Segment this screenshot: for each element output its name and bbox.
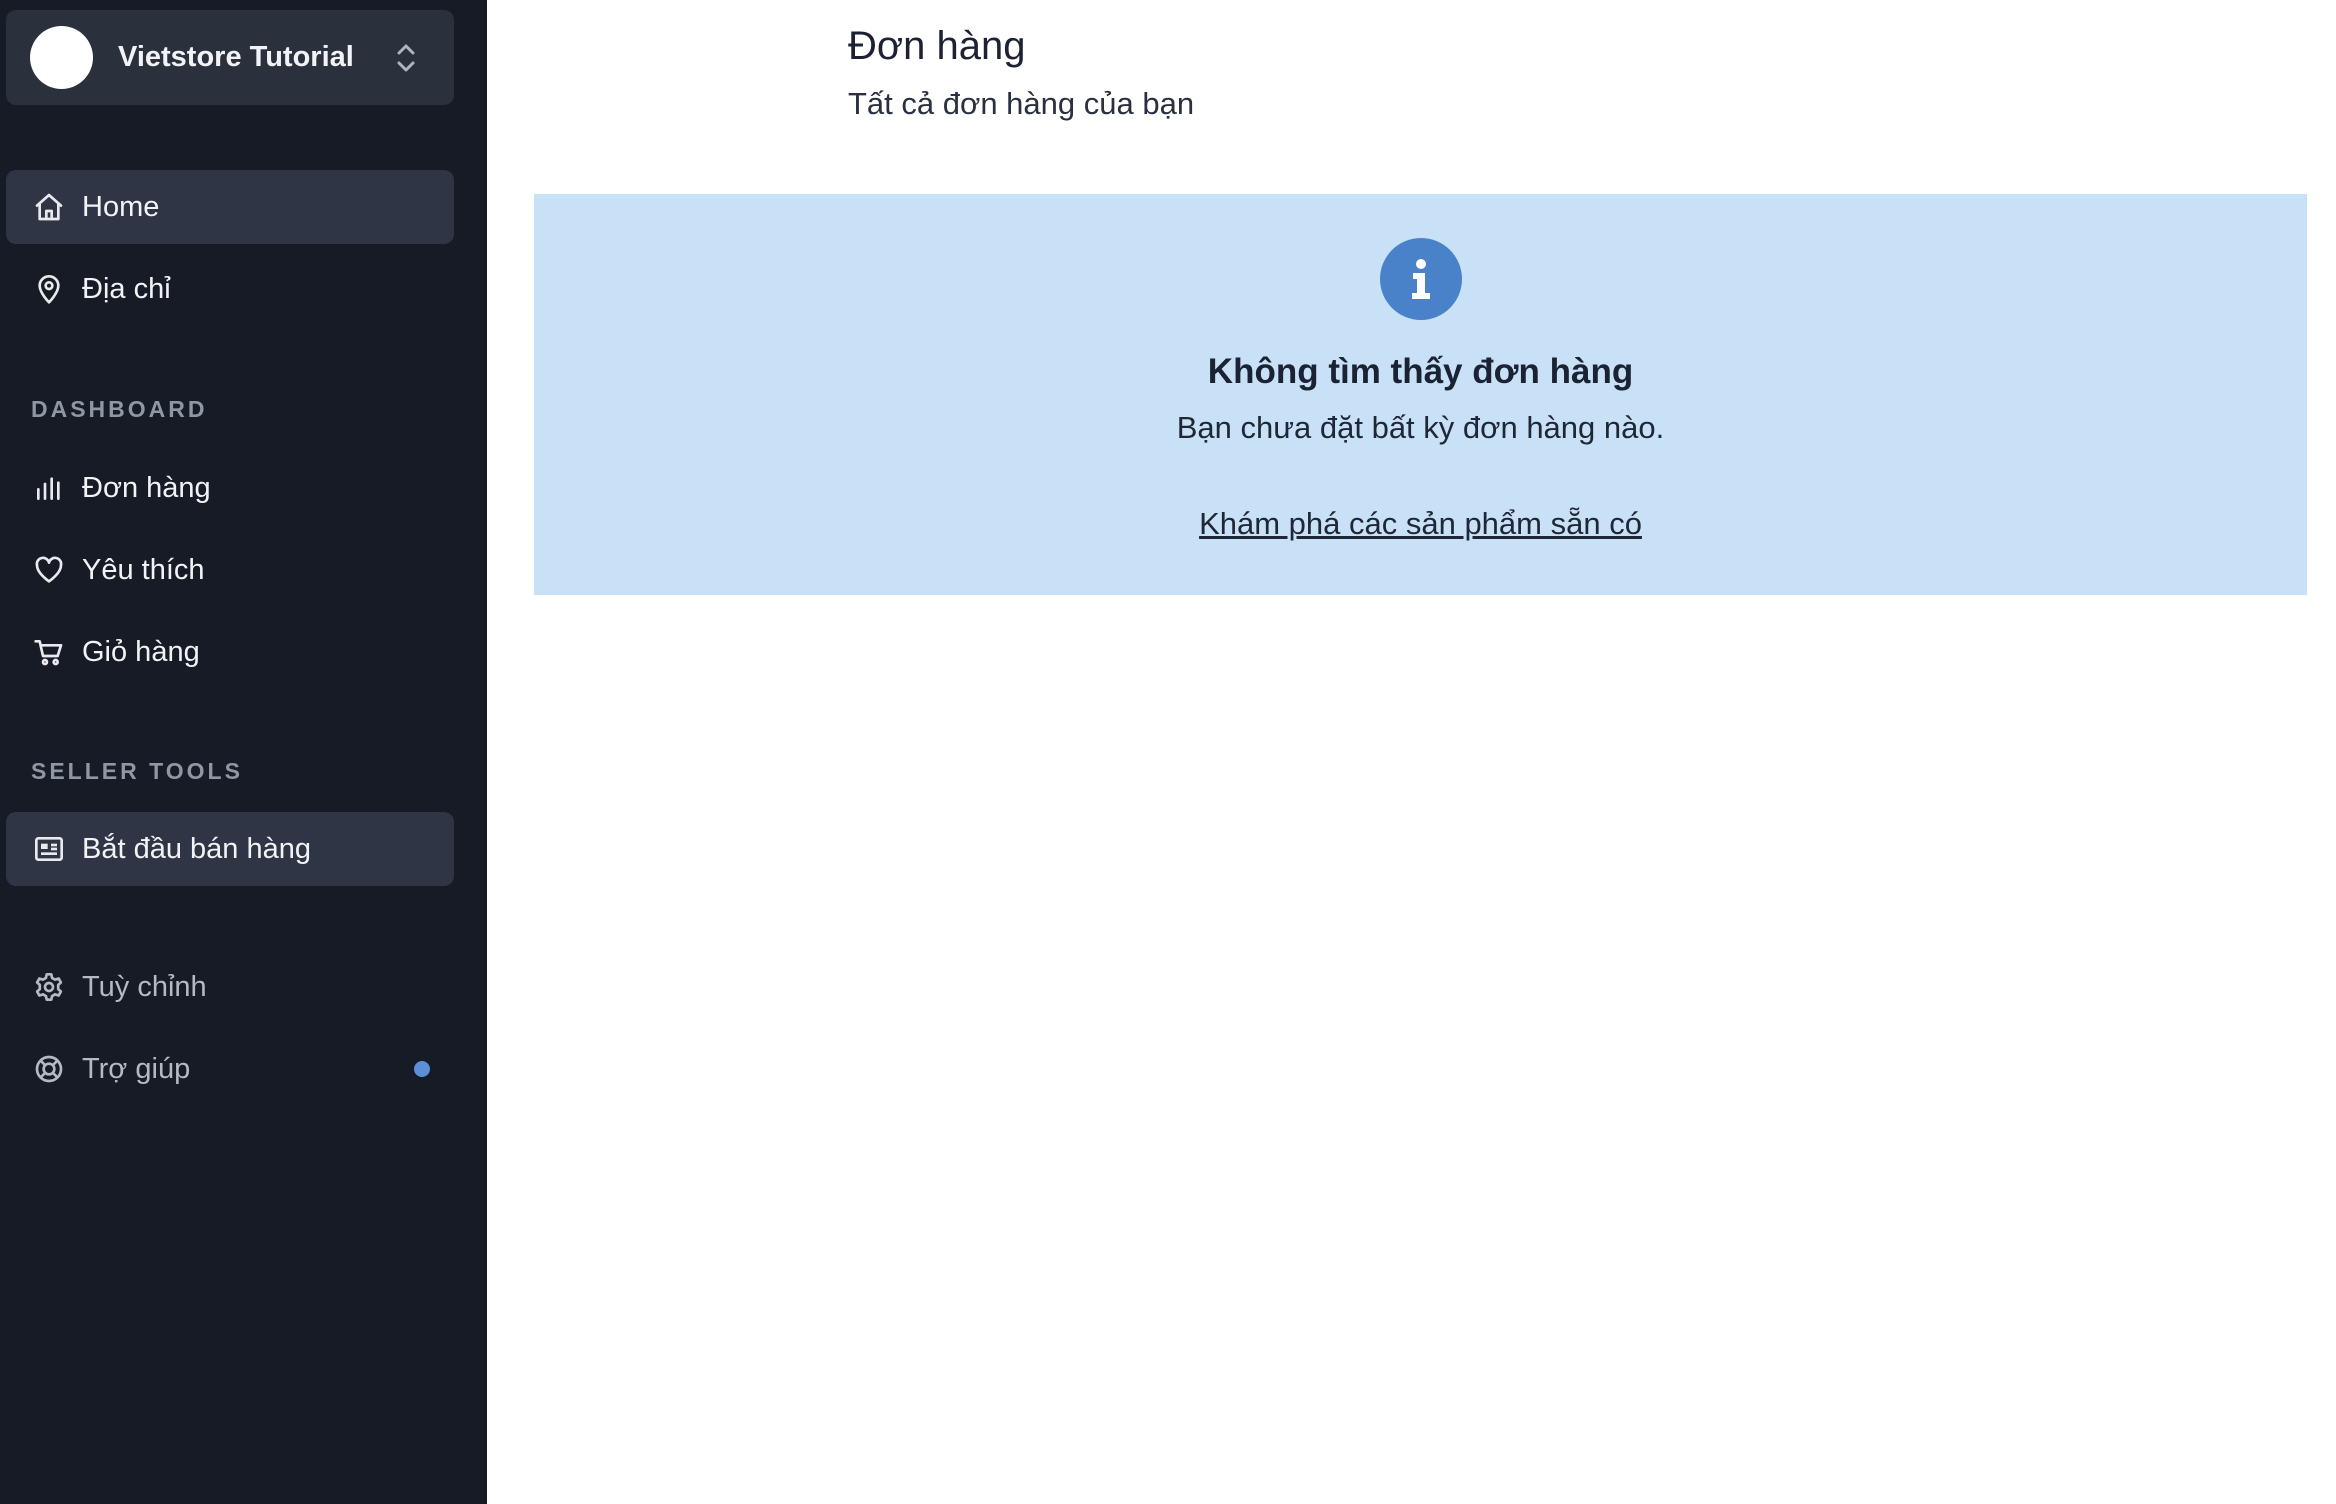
cart-icon <box>31 634 67 670</box>
store-avatar <box>30 26 93 89</box>
sidebar: Vietstore Tutorial Home Địa chỉ DASHBOAR… <box>0 0 487 1504</box>
info-icon <box>1379 238 1462 320</box>
sidebar-item-label: Bắt đầu bán hàng <box>82 832 311 865</box>
chevron-up-down-icon <box>386 38 426 78</box>
section-heading-seller-tools: SELLER TOOLS <box>31 758 243 784</box>
sidebar-item-favorites[interactable]: Yêu thích <box>6 533 454 607</box>
sidebar-item-label: Trợ giúp <box>82 1052 191 1085</box>
sidebar-item-label: Đơn hàng <box>82 471 211 504</box>
sidebar-item-label: Yêu thích <box>82 553 205 586</box>
newspaper-icon <box>31 831 67 867</box>
lifebuoy-icon <box>31 1051 67 1087</box>
sidebar-item-start-selling[interactable]: Bắt đầu bán hàng <box>6 812 454 886</box>
notification-dot <box>414 1061 430 1077</box>
gear-icon <box>31 969 67 1005</box>
alert-title: Không tìm thấy đơn hàng <box>1207 352 1634 391</box>
home-icon <box>31 189 67 225</box>
page-subtitle: Tất cả đơn hàng của bạn <box>848 86 1195 121</box>
sidebar-item-label: Giỏ hàng <box>82 635 200 668</box>
map-pin-icon <box>31 271 67 307</box>
sidebar-item-settings[interactable]: Tuỳ chỉnh <box>6 950 454 1024</box>
sidebar-item-orders[interactable]: Đơn hàng <box>6 451 454 525</box>
alert-message: Bạn chưa đặt bất kỳ đơn hàng nào. <box>1176 410 1665 445</box>
sidebar-item-label: Tuỳ chỉnh <box>82 970 207 1003</box>
sidebar-item-label: Địa chỉ <box>82 272 171 305</box>
explore-products-link[interactable]: Khám phá các sản phẩm sẵn có <box>534 506 2307 542</box>
store-name: Vietstore Tutorial <box>118 41 354 73</box>
heart-icon <box>31 552 67 588</box>
store-switcher[interactable]: Vietstore Tutorial <box>6 10 454 105</box>
sidebar-item-address[interactable]: Địa chỉ <box>6 252 454 326</box>
bar-chart-icon <box>31 470 67 506</box>
main-content: Đơn hàng Tất cả đơn hàng của bạn Không t… <box>487 0 2336 1504</box>
empty-orders-alert: Không tìm thấy đơn hàng Bạn chưa đặt bất… <box>534 194 2307 595</box>
sidebar-item-label: Home <box>82 190 160 223</box>
sidebar-item-home[interactable]: Home <box>6 170 454 244</box>
sidebar-item-cart[interactable]: Giỏ hàng <box>6 615 454 689</box>
sidebar-item-help[interactable]: Trợ giúp <box>6 1032 454 1106</box>
page-title: Đơn hàng <box>848 24 1026 68</box>
section-heading-dashboard: DASHBOARD <box>31 396 208 422</box>
